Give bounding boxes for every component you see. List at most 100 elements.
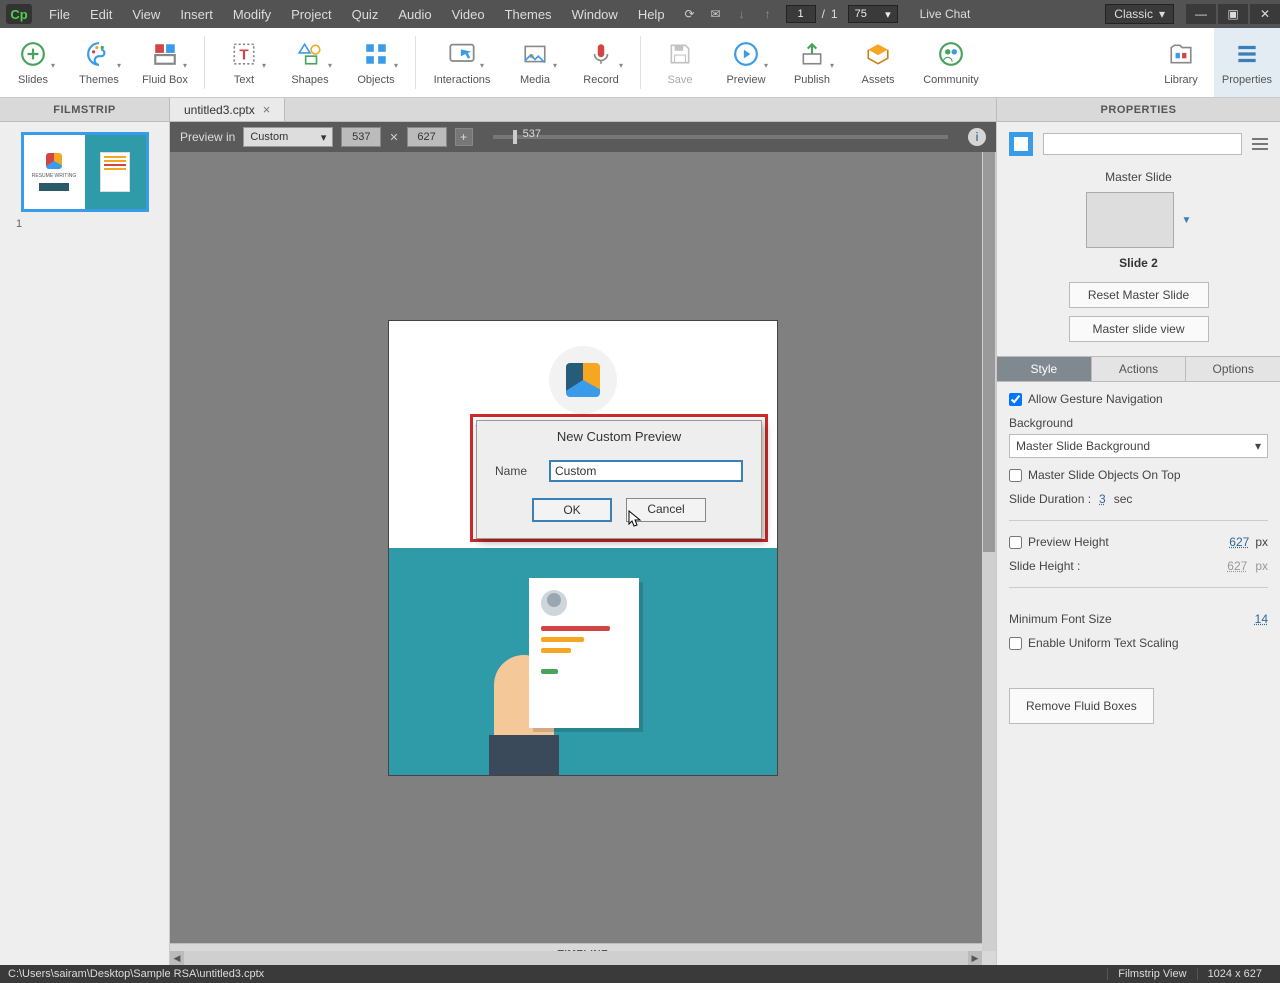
add-preview-button[interactable]: + — [455, 128, 473, 146]
slide-name-input[interactable] — [1043, 133, 1242, 155]
preview-height-checkbox[interactable]: Preview Height 627 px — [1009, 535, 1268, 549]
ribbon-themes[interactable]: ▾ Themes — [66, 28, 132, 97]
background-label: Background — [1009, 416, 1268, 430]
ribbon-library[interactable]: Library — [1148, 28, 1214, 97]
tab-style[interactable]: Style — [997, 357, 1091, 381]
menu-edit[interactable]: Edit — [81, 3, 121, 26]
zoom-dropdown[interactable]: 75 ▾ — [848, 5, 898, 23]
remove-fluid-boxes-button[interactable]: Remove Fluid Boxes — [1009, 688, 1154, 724]
menu-insert[interactable]: Insert — [171, 3, 222, 26]
menu-video[interactable]: Video — [443, 3, 494, 26]
master-view-button[interactable]: Master slide view — [1069, 316, 1209, 342]
workspace-dropdown[interactable]: Classic ▾ — [1105, 4, 1174, 24]
background-select[interactable]: Master Slide Background ▾ — [1009, 434, 1268, 458]
dialog-name-input[interactable] — [549, 460, 743, 482]
menu-window[interactable]: Window — [563, 3, 627, 26]
ribbon-properties[interactable]: Properties — [1214, 28, 1280, 97]
canvas-viewport[interactable]: Welcome to the eLearning Course on RESU … — [170, 152, 996, 943]
window-controls: — ▣ ✕ — [1184, 4, 1280, 24]
vertical-scrollbar[interactable] — [982, 152, 996, 951]
preview-slider[interactable]: 537 — [493, 135, 948, 139]
chevron-down-icon[interactable]: ▼ — [1182, 215, 1192, 226]
cancel-button[interactable]: Cancel — [626, 498, 706, 522]
preview-height[interactable]: 627 — [407, 127, 447, 147]
preview-height-input[interactable] — [1009, 536, 1022, 549]
allow-gesture-checkbox[interactable]: Allow Gesture Navigation — [1009, 392, 1268, 406]
ribbon-slides[interactable]: ▾ Slides — [0, 28, 66, 97]
chevron-down-icon: ▾ — [1255, 439, 1261, 453]
vscroll-thumb[interactable] — [983, 152, 995, 552]
maximize-button[interactable]: ▣ — [1218, 4, 1248, 24]
ribbon-shapes[interactable]: ▾ Shapes — [277, 28, 343, 97]
close-button[interactable]: ✕ — [1250, 4, 1280, 24]
text-icon: T▾ — [230, 40, 258, 68]
ribbon-media[interactable]: ▾ Media — [502, 28, 568, 97]
info-icon[interactable]: i — [968, 128, 986, 146]
menu-help[interactable]: Help — [629, 3, 674, 26]
scroll-left-icon[interactable]: ◀ — [170, 951, 184, 965]
ribbon-publish[interactable]: ▾ Publish — [779, 28, 845, 97]
mail-icon[interactable]: ✉ — [708, 6, 724, 22]
canvas-area: Preview in Custom ▾ 537 ✕ 627 + 537 i We… — [170, 122, 996, 965]
page-current-input[interactable] — [786, 5, 816, 23]
close-tab-icon[interactable]: × — [263, 102, 271, 117]
interactions-icon: ▾ — [448, 40, 476, 68]
ribbon-save[interactable]: Save — [647, 28, 713, 97]
arrow-up-icon[interactable]: ↑ — [760, 6, 776, 22]
properties-header: PROPERTIES — [996, 98, 1280, 121]
uniform-scaling-checkbox[interactable]: Enable Uniform Text Scaling — [1009, 636, 1268, 650]
ribbon-community[interactable]: Community — [911, 28, 991, 97]
preview-mode-select[interactable]: Custom ▾ — [243, 127, 333, 147]
slider-value: 537 — [523, 128, 541, 140]
tab-actions[interactable]: Actions — [1091, 357, 1186, 381]
menu-file[interactable]: File — [40, 3, 79, 26]
scroll-right-icon[interactable]: ▶ — [968, 951, 982, 965]
uniform-scaling-input[interactable] — [1009, 637, 1022, 650]
menu-themes[interactable]: Themes — [496, 3, 561, 26]
slide-duration-value[interactable]: 3 — [1099, 492, 1106, 506]
fluid-box-icon: ▾ — [151, 40, 179, 68]
menu-modify[interactable]: Modify — [224, 3, 280, 26]
page-sep: / — [822, 7, 825, 21]
slide-type-icon[interactable] — [1009, 132, 1033, 156]
objects-on-top-checkbox[interactable]: Master Slide Objects On Top — [1009, 468, 1268, 482]
preview-height-value[interactable]: 627 — [1229, 535, 1249, 549]
resume-graphic — [529, 578, 639, 728]
minimize-button[interactable]: — — [1186, 4, 1216, 24]
preview-width[interactable]: 537 — [341, 127, 381, 147]
ok-button[interactable]: OK — [532, 498, 612, 522]
document-tab[interactable]: untitled3.cptx × — [170, 98, 285, 121]
menubar: File Edit View Insert Modify Project Qui… — [40, 3, 674, 26]
panel-menu-icon[interactable] — [1252, 138, 1268, 150]
live-chat-link[interactable]: Live Chat — [906, 7, 985, 21]
ribbon-text[interactable]: T▾ Text — [211, 28, 277, 97]
slide-duration-label: Slide Duration : — [1009, 492, 1091, 506]
master-slide-name: Slide 2 — [997, 256, 1280, 270]
menu-audio[interactable]: Audio — [389, 3, 440, 26]
ribbon-record[interactable]: ▾ Record — [568, 28, 634, 97]
save-icon — [666, 40, 694, 68]
allow-gesture-input[interactable] — [1009, 393, 1022, 406]
reset-master-button[interactable]: Reset Master Slide — [1069, 282, 1209, 308]
document-tab-label: untitled3.cptx — [184, 103, 255, 117]
ribbon-fluid-box[interactable]: ▾ Fluid Box — [132, 28, 198, 97]
thumb-title: RESUME WRITING — [32, 173, 76, 179]
arrow-down-icon[interactable]: ↓ — [734, 6, 750, 22]
slider-handle[interactable] — [513, 130, 517, 144]
menu-view[interactable]: View — [123, 3, 169, 26]
master-slide-thumb[interactable] — [1086, 192, 1174, 248]
slide-canvas[interactable]: Welcome to the eLearning Course on RESU … — [388, 320, 778, 776]
menu-project[interactable]: Project — [282, 3, 340, 26]
sync-icon[interactable]: ⟳ — [682, 6, 698, 22]
menu-quiz[interactable]: Quiz — [343, 3, 388, 26]
objects-on-top-input[interactable] — [1009, 469, 1022, 482]
ribbon-interactions[interactable]: ▾ Interactions — [422, 28, 502, 97]
min-font-value[interactable]: 14 — [1255, 612, 1268, 626]
ribbon-assets[interactable]: Assets — [845, 28, 911, 97]
tab-options[interactable]: Options — [1185, 357, 1280, 381]
slide-thumbnail[interactable]: RESUME WRITING 1 — [10, 132, 159, 230]
ribbon-preview[interactable]: ▾ Preview — [713, 28, 779, 97]
sleeve-graphic — [489, 735, 559, 775]
horizontal-scrollbar[interactable]: ◀ ▶ — [170, 951, 982, 965]
ribbon-objects[interactable]: ▾ Objects — [343, 28, 409, 97]
